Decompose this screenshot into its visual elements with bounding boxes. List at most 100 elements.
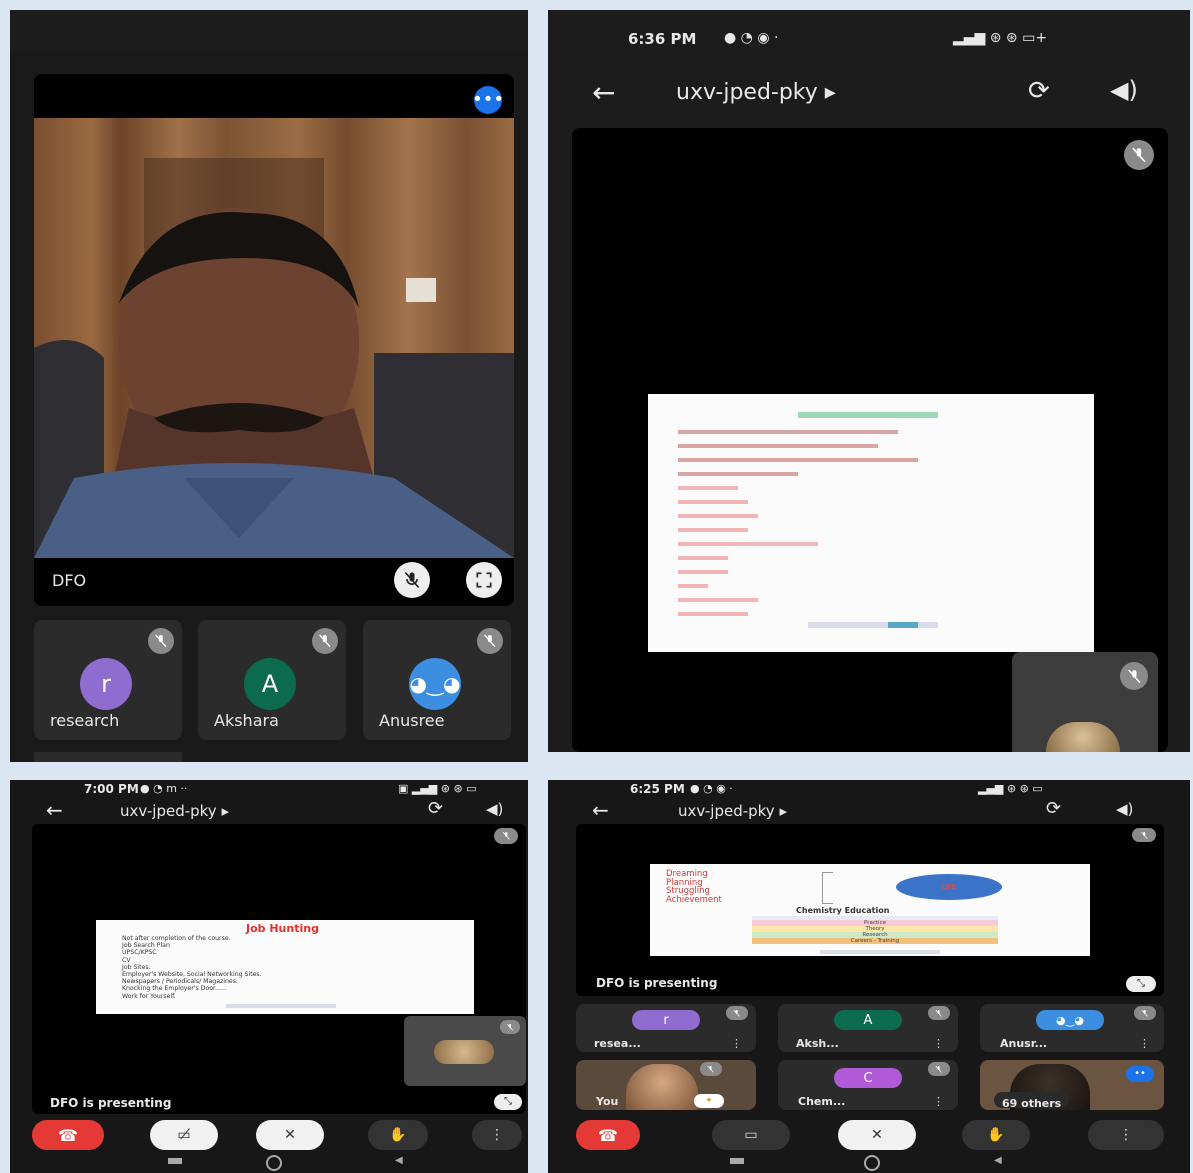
participant-name: Anusree <box>379 711 445 730</box>
participant-name: Aksh... <box>796 1037 839 1050</box>
raise-hand-button[interactable]: ✋ <box>368 1120 428 1150</box>
speaker-volume-icon[interactable]: ◀) <box>1110 76 1138 104</box>
avatar: C <box>834 1068 902 1088</box>
status-time: 7:00 PM <box>84 782 139 796</box>
presentation-area <box>572 128 1168 752</box>
slide-bullet: UPSC/KPSC <box>122 949 157 957</box>
avatar: r <box>80 658 132 710</box>
nav-recent-icon[interactable] <box>730 1158 744 1164</box>
main-video-tile[interactable]: ••• DFO <box>34 74 514 606</box>
participant-name: You <box>596 1095 619 1108</box>
slide-title: Job Hunting <box>246 922 319 935</box>
fullscreen-icon <box>466 562 502 598</box>
participant-name: Chem... <box>798 1095 846 1108</box>
slide-content-image <box>678 412 938 628</box>
participant-tile[interactable]: A Akshara <box>198 620 346 740</box>
partial-tile-row <box>34 752 182 762</box>
slide-bullet: Employer's Website, Social Networking Si… <box>122 971 262 979</box>
back-arrow-icon[interactable]: ← <box>46 798 63 822</box>
more-horizontal-icon: ••• <box>472 89 504 110</box>
self-view-tile[interactable] <box>404 1016 526 1086</box>
fullscreen-button[interactable]: ⤡ <box>494 1094 522 1110</box>
meeting-code[interactable]: uxv-jped-pky ▸ <box>676 80 836 105</box>
participant-name: Akshara <box>214 711 279 730</box>
more-options-button[interactable]: •• <box>1126 1066 1154 1082</box>
slide-bullet: Job Search Plan <box>122 942 170 950</box>
mic-off-icon <box>494 828 518 844</box>
camera-toggle-button[interactable]: ▭̸ <box>150 1120 218 1150</box>
end-call-button[interactable]: ☎ <box>576 1120 640 1150</box>
more-vertical-icon[interactable]: ⋮ <box>933 1095 944 1108</box>
others-count-label: 69 others <box>1002 1097 1062 1110</box>
slide-bullets: Not after completion of the course. Job … <box>122 935 262 1000</box>
signal-battery-icon: ▂▄▆ ⊛ ⊛ ▭+ <box>953 30 1048 46</box>
self-video-image <box>434 1040 494 1064</box>
nav-back-icon[interactable]: ◀ <box>395 1155 403 1166</box>
back-arrow-icon[interactable]: ← <box>592 798 609 822</box>
end-call-button[interactable]: ☎ <box>32 1120 104 1150</box>
participant-name: resea... <box>594 1037 641 1050</box>
status-time: 6:25 PM <box>630 782 685 796</box>
mic-off-icon <box>1124 140 1154 170</box>
mic-off-icon: ✕ <box>284 1127 296 1143</box>
switch-camera-icon[interactable]: ⟳ <box>428 798 443 819</box>
slide-table: Practice Theory Research Careers - Train… <box>752 916 998 944</box>
participant-name: research <box>50 711 120 730</box>
presenting-label: DFO is presenting <box>50 1096 172 1110</box>
fullscreen-button[interactable]: ⤡ <box>1126 976 1156 992</box>
back-arrow-icon[interactable]: ← <box>592 76 615 109</box>
end-call-icon: ☎ <box>598 1125 618 1145</box>
mic-off-icon <box>726 1006 748 1020</box>
participant-tile[interactable]: You ✦ <box>576 1060 756 1110</box>
more-options-button[interactable]: ••• <box>472 86 504 114</box>
raise-hand-button[interactable]: ✋ <box>962 1120 1030 1150</box>
signal-battery-icon: ▂▄▆ ⊛ ⊛ ▭ <box>978 782 1043 795</box>
mic-off-icon <box>477 628 503 654</box>
mic-off-icon <box>1134 1006 1156 1020</box>
meeting-code[interactable]: uxv-jped-pky ▸ <box>678 802 787 820</box>
more-vertical-icon: ⋮ <box>1119 1127 1133 1143</box>
mic-off-icon <box>500 1020 520 1034</box>
more-options-button[interactable]: ⋮ <box>472 1120 522 1150</box>
speaker-volume-icon[interactable]: ◀) <box>1116 800 1133 818</box>
nav-home-icon[interactable] <box>266 1155 282 1171</box>
switch-camera-icon[interactable]: ⟳ <box>1046 798 1061 819</box>
slide-bullets: Dreaming Planning Struggling Achievement <box>666 870 722 904</box>
participant-tile[interactable]: ◕‿◕ Anusr... ⋮ <box>980 1004 1164 1052</box>
nav-home-icon[interactable] <box>864 1155 880 1171</box>
participant-tile[interactable]: r resea... ⋮ <box>576 1004 756 1052</box>
mic-toggle-button[interactable]: ✕ <box>838 1120 916 1150</box>
slide-bullet: Not after completion of the course. <box>122 935 231 942</box>
participant-name: Anusr... <box>1000 1037 1048 1050</box>
participant-video-image <box>626 1064 698 1110</box>
participant-tile[interactable]: ◕‿◕ Anusree <box>363 620 511 740</box>
more-vertical-icon[interactable]: ⋮ <box>731 1037 742 1050</box>
participant-tile[interactable]: r research <box>34 620 182 740</box>
slide-footer-bar <box>226 1004 336 1008</box>
nav-recent-icon[interactable] <box>168 1158 182 1164</box>
self-view-tile[interactable] <box>1012 652 1158 752</box>
effects-button[interactable]: ✦ <box>694 1094 724 1108</box>
participant-tile[interactable]: C Chem... ⋮ <box>778 1060 958 1110</box>
shared-slide <box>648 394 1094 652</box>
camera-toggle-button[interactable]: ▭ <box>712 1120 790 1150</box>
participant-tile[interactable]: A Aksh... ⋮ <box>778 1004 958 1052</box>
others-tile[interactable]: •• 69 others <box>980 1060 1164 1110</box>
avatar: A <box>244 658 296 710</box>
avatar: A <box>834 1010 902 1030</box>
more-options-button[interactable]: ⋮ <box>1088 1120 1164 1150</box>
meeting-code[interactable]: uxv-jped-pky ▸ <box>120 802 229 820</box>
more-vertical-icon[interactable]: ⋮ <box>933 1037 944 1050</box>
shared-slide: Job Hunting Not after completion of the … <box>96 920 474 1014</box>
panel-presentation-grid: 6:25 PM ● ◔ ◉ · ▂▄▆ ⊛ ⊛ ▭ ← uxv-jped-pky… <box>548 780 1190 1173</box>
mic-off-icon <box>148 628 174 654</box>
mic-toggle-button[interactable]: ✕ <box>256 1120 324 1150</box>
more-vertical-icon[interactable]: ⋮ <box>1139 1037 1150 1050</box>
presentation-area: Dreaming Planning Struggling Achievement… <box>576 824 1164 996</box>
video-off-icon: ▭̸ <box>177 1127 191 1143</box>
speaker-volume-icon[interactable]: ◀) <box>486 800 503 818</box>
nav-back-icon[interactable]: ◀ <box>994 1155 1002 1166</box>
avatar-cartoon-image: ◕‿◕ <box>409 658 461 710</box>
fullscreen-button[interactable] <box>466 562 502 598</box>
switch-camera-icon[interactable]: ⟳ <box>1028 76 1050 106</box>
